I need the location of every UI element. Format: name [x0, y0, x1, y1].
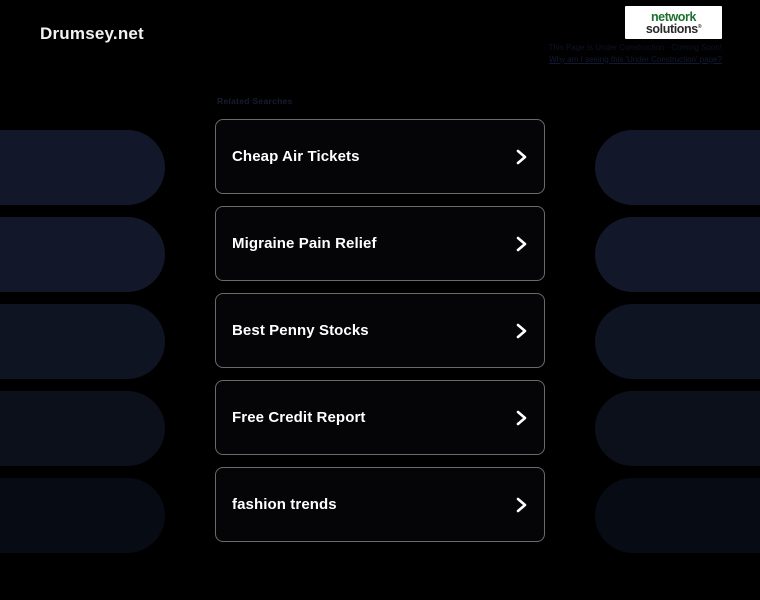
- related-search-card[interactable]: Best Penny Stocks: [215, 293, 545, 368]
- chevron-right-icon: [514, 148, 530, 166]
- decor-pill: [0, 217, 165, 292]
- site-header: Drumsey.net network solutions® This Page…: [0, 0, 760, 80]
- decor-pill: [0, 304, 165, 379]
- decor-pill: [0, 478, 165, 553]
- chevron-right-icon: [514, 496, 530, 514]
- related-search-card[interactable]: Free Credit Report: [215, 380, 545, 455]
- construction-message: This Page Is Under Construction - Coming…: [548, 43, 722, 52]
- decor-pill: [0, 391, 165, 466]
- right-decoration-panel: [595, 0, 760, 600]
- decor-pill: [595, 478, 760, 553]
- related-search-card[interactable]: Migraine Pain Relief: [215, 206, 545, 281]
- trademark-symbol: ®: [697, 23, 702, 30]
- page-title: Drumsey.net: [40, 24, 144, 43]
- related-search-label: Cheap Air Tickets: [232, 148, 360, 165]
- network-solutions-logo: network solutions®: [625, 6, 722, 39]
- related-search-card[interactable]: fashion trends: [215, 467, 545, 542]
- chevron-right-icon: [514, 322, 530, 340]
- decor-pill: [595, 130, 760, 205]
- related-search-label: Free Credit Report: [232, 409, 366, 426]
- related-search-label: Best Penny Stocks: [232, 322, 369, 339]
- decor-pill: [595, 391, 760, 466]
- under-construction-note: This Page Is Under Construction - Coming…: [537, 42, 722, 65]
- decor-pill: [595, 304, 760, 379]
- chevron-right-icon: [514, 409, 530, 427]
- chevron-right-icon: [514, 235, 530, 253]
- logo-word-solutions: solutions®: [645, 22, 702, 36]
- registrar-branding: network solutions®: [625, 6, 722, 39]
- related-search-label: fashion trends: [232, 496, 337, 513]
- decor-pill: [595, 217, 760, 292]
- decor-pill: [0, 130, 165, 205]
- related-searches-heading: Related Searches: [217, 96, 293, 106]
- why-under-construction-link[interactable]: Why am I seeing this 'Under Construction…: [537, 54, 722, 66]
- related-searches-section: Related Searches Cheap Air Tickets Migra…: [215, 96, 545, 554]
- related-search-card[interactable]: Cheap Air Tickets: [215, 119, 545, 194]
- related-search-label: Migraine Pain Relief: [232, 235, 377, 252]
- left-decoration-panel: [0, 0, 165, 600]
